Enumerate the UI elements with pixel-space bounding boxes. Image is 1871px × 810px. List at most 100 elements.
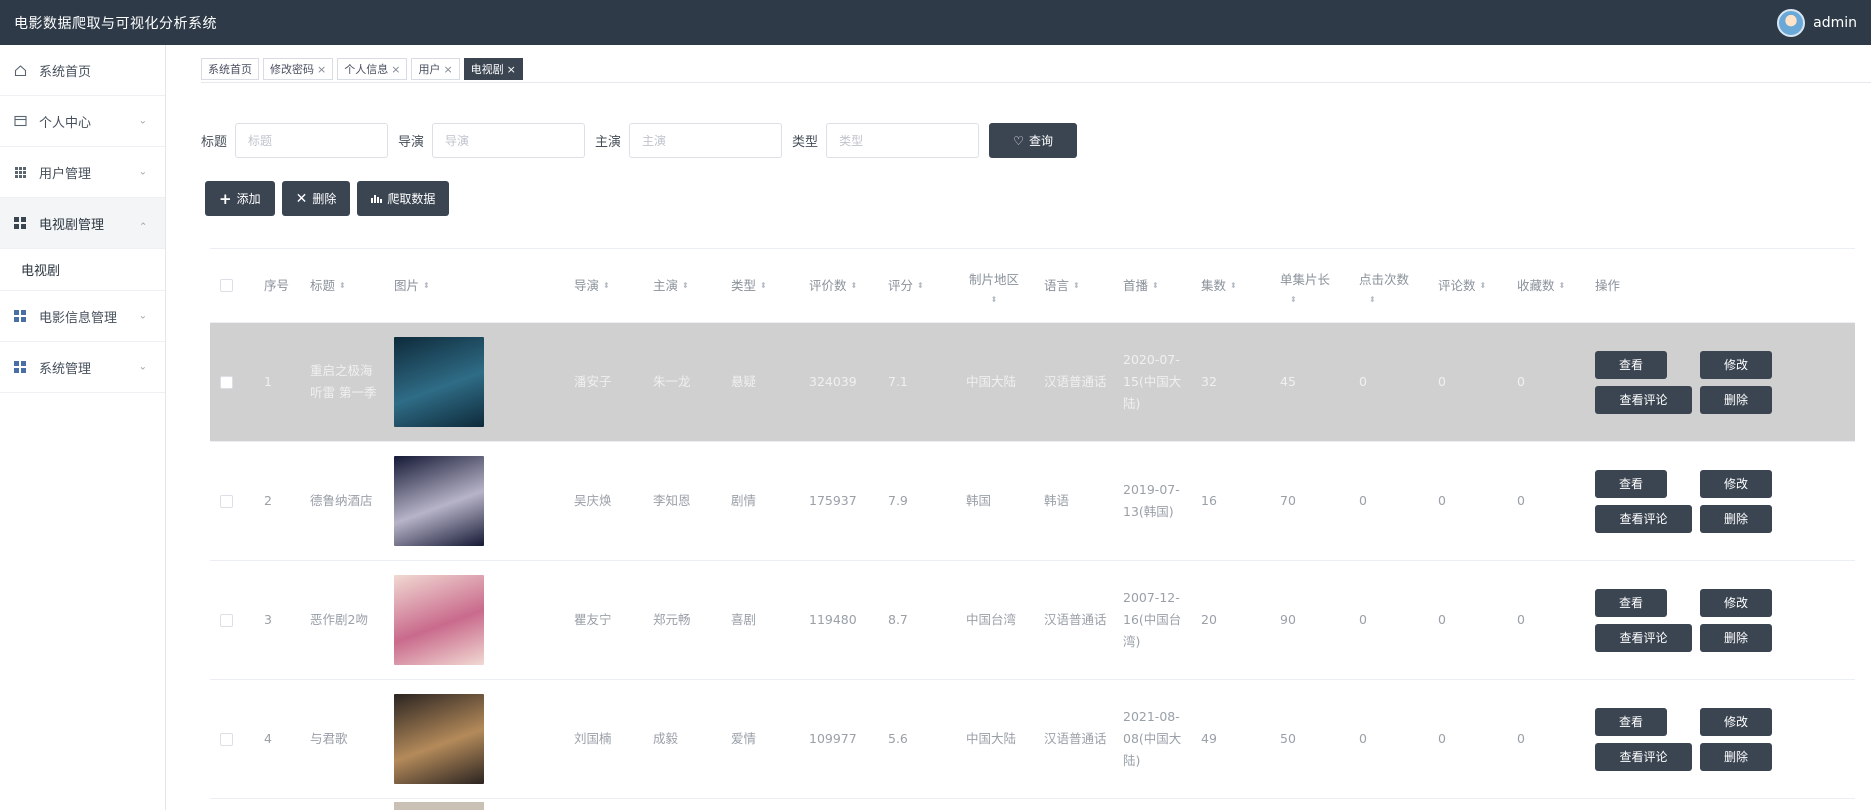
- view-comments-button[interactable]: 查看评论: [1595, 504, 1692, 533]
- sort-icon[interactable]: ⬍: [682, 281, 689, 289]
- delete-button[interactable]: 删除: [1700, 623, 1772, 652]
- table-row[interactable]: 3 恶作剧2吻 瞿友宁 郑元畅 喜剧 119480 8.7 中国台湾 汉语普通话 2007-12-…: [210, 561, 1855, 680]
- row-checkbox[interactable]: [220, 613, 233, 627]
- delete-button[interactable]: 删除: [1700, 385, 1772, 414]
- sort-icon[interactable]: ⬍: [760, 281, 767, 289]
- edit-button[interactable]: 修改: [1700, 350, 1772, 379]
- header-rating-count[interactable]: 评价数 ⬍: [809, 249, 857, 322]
- header-clicks[interactable]: 点击次数 ⬍: [1359, 249, 1423, 322]
- tab-users[interactable]: 用户 ×: [411, 58, 460, 80]
- header-image[interactable]: 图片 ⬍: [394, 249, 430, 322]
- tab-label: 电视剧: [470, 63, 504, 76]
- sort-icon[interactable]: ⬍: [1290, 295, 1297, 303]
- sort-icon[interactable]: ⬍: [1073, 281, 1080, 289]
- title-search-input[interactable]: [235, 123, 389, 158]
- sort-icon[interactable]: ⬍: [1152, 281, 1159, 289]
- row-checkbox[interactable]: [220, 732, 233, 746]
- header-title[interactable]: 标题 ⬍: [310, 249, 346, 322]
- header-language[interactable]: 语言 ⬍: [1044, 249, 1080, 322]
- sort-icon[interactable]: ⬍: [603, 281, 610, 289]
- cell-image: [394, 680, 484, 798]
- sort-icon[interactable]: ⬍: [991, 295, 998, 303]
- poster-image[interactable]: [394, 575, 484, 665]
- cell-clicks: 0: [1359, 493, 1367, 508]
- genre-search-input[interactable]: [826, 123, 980, 158]
- view-button[interactable]: 查看: [1595, 469, 1667, 498]
- cell-score: 7.1: [888, 374, 908, 389]
- view-comments-button[interactable]: 查看评论: [1595, 742, 1692, 771]
- header-score[interactable]: 评分 ⬍: [888, 249, 924, 322]
- view-comments-button[interactable]: 查看评论: [1595, 385, 1692, 414]
- grid-icon: [13, 216, 27, 230]
- sidebar-subitem-tv[interactable]: 电视剧: [0, 249, 165, 291]
- query-button[interactable]: ♡ 查询: [989, 123, 1078, 158]
- sort-icon[interactable]: ⬍: [423, 281, 430, 289]
- sort-icon[interactable]: ⬍: [1369, 295, 1376, 303]
- cell-clicks: 0: [1359, 731, 1367, 746]
- crawl-data-button[interactable]: 爬取数据: [357, 181, 450, 216]
- tab-home[interactable]: 系统首页: [201, 58, 259, 80]
- add-button[interactable]: + 添加: [205, 181, 275, 216]
- tab-personal-info[interactable]: 个人信息 ×: [337, 58, 408, 80]
- delete-button[interactable]: 删除: [1700, 742, 1772, 771]
- action-toolbar: + 添加 ✕ 删除 爬取数据: [205, 181, 450, 216]
- header-comments[interactable]: 评论数 ⬍: [1438, 249, 1486, 322]
- tab-tv[interactable]: 电视剧 ×: [463, 58, 523, 80]
- sidebar-item-home[interactable]: 系统首页: [0, 45, 165, 96]
- edit-button[interactable]: 修改: [1700, 707, 1772, 736]
- username[interactable]: admin: [1813, 15, 1857, 31]
- view-button[interactable]: 查看: [1595, 350, 1667, 379]
- delete-button[interactable]: 删除: [1700, 504, 1772, 533]
- batch-delete-button[interactable]: ✕ 删除: [281, 181, 351, 216]
- close-icon[interactable]: ×: [443, 63, 452, 76]
- sort-icon[interactable]: ⬍: [917, 281, 924, 289]
- table-row[interactable]: 2 德鲁纳酒店 吴庆焕 李知恩 剧情 175937 7.9 韩国 韩语 2019-07-13(韩国…: [210, 442, 1855, 561]
- sort-icon[interactable]: ⬍: [851, 281, 858, 289]
- header-episode-length[interactable]: 单集片长 ⬍: [1280, 249, 1344, 322]
- cell-premiere: 2019-07-13(韩国): [1123, 482, 1180, 519]
- close-icon[interactable]: ×: [507, 63, 516, 76]
- header-director[interactable]: 导演 ⬍: [574, 249, 610, 322]
- sort-icon[interactable]: ⬍: [339, 281, 346, 289]
- table-row[interactable]: 4 与君歌 刘国楠 成毅 爱情 109977 5.6 中国大陆 汉语普通话 2021-08-08(…: [210, 680, 1855, 799]
- header-premiere[interactable]: 首播 ⬍: [1123, 249, 1159, 322]
- sidebar-item-tv-management[interactable]: 电视剧管理 ⌄: [0, 198, 165, 249]
- close-icon[interactable]: ×: [391, 63, 400, 76]
- sidebar-item-system-management[interactable]: 系统管理 ⌄: [0, 342, 165, 393]
- sort-icon[interactable]: ⬍: [1480, 281, 1487, 289]
- sort-icon[interactable]: ⬍: [1559, 281, 1566, 289]
- director-search-input[interactable]: [432, 123, 586, 158]
- poster-image[interactable]: [394, 337, 484, 427]
- avatar[interactable]: [1777, 8, 1806, 37]
- view-button[interactable]: 查看: [1595, 588, 1667, 617]
- tab-change-password[interactable]: 修改密码 ×: [263, 58, 334, 80]
- sidebar-item-personal-center[interactable]: 个人中心 ⌄: [0, 96, 165, 147]
- edit-button[interactable]: 修改: [1700, 469, 1772, 498]
- header-label: 首播: [1123, 277, 1149, 293]
- actor-search-input[interactable]: [629, 123, 783, 158]
- chevron-up-icon: ⌄: [138, 219, 147, 231]
- header-label: 评价数: [809, 277, 847, 293]
- header-actor[interactable]: 主演 ⬍: [653, 249, 689, 322]
- cell-index: 4: [264, 731, 272, 746]
- table-row[interactable]: 1 重启之极海听雷 第一季 潘安子 朱一龙 悬疑 324039 7.1 中国大陆 汉语普通话 20…: [210, 323, 1855, 442]
- edit-button[interactable]: 修改: [1700, 588, 1772, 617]
- row-checkbox[interactable]: [220, 494, 233, 508]
- view-button[interactable]: 查看: [1595, 707, 1667, 736]
- header-favorites[interactable]: 收藏数 ⬍: [1517, 249, 1565, 322]
- select-all-checkbox[interactable]: [220, 279, 233, 292]
- cell-episode-length: 70: [1280, 493, 1296, 508]
- user-menu[interactable]: admin: [1777, 8, 1857, 37]
- close-icon[interactable]: ×: [317, 63, 326, 76]
- row-checkbox[interactable]: [220, 375, 233, 389]
- header-genre[interactable]: 类型 ⬍: [731, 249, 767, 322]
- header-region[interactable]: 制片地区 ⬍: [966, 249, 1022, 322]
- poster-image[interactable]: [394, 694, 484, 784]
- header-episodes[interactable]: 集数 ⬍: [1201, 249, 1237, 322]
- header-label: 图片: [394, 277, 420, 293]
- view-comments-button[interactable]: 查看评论: [1595, 623, 1692, 652]
- sort-icon[interactable]: ⬍: [1230, 281, 1237, 289]
- sidebar-item-movie-management[interactable]: 电影信息管理 ⌄: [0, 291, 165, 342]
- poster-image[interactable]: [394, 456, 484, 546]
- sidebar-item-user-management[interactable]: 用户管理 ⌄: [0, 147, 165, 198]
